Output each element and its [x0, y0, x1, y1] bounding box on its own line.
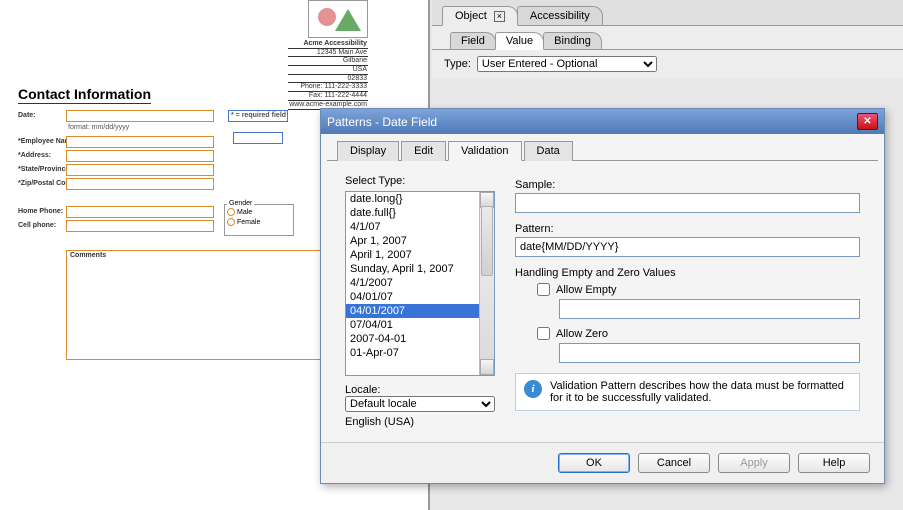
tab-data[interactable]: Data	[524, 141, 573, 161]
info-text: Validation Pattern describes how the dat…	[550, 380, 851, 404]
required-legend: * = required field	[231, 112, 286, 119]
section-heading: Contact Information	[18, 86, 151, 104]
date-label: Date:	[18, 112, 36, 119]
cancel-button[interactable]: Cancel	[638, 453, 710, 473]
allow-empty-label: Allow Empty	[556, 284, 617, 296]
dialog-tabs: Display Edit Validation Data	[327, 140, 878, 161]
date-format-hint: format: mm/dd/yyyy	[68, 124, 129, 131]
cell-phone-field[interactable]	[66, 220, 214, 232]
tab-display[interactable]: Display	[337, 141, 399, 161]
select-type-label: Select Type:	[345, 175, 495, 187]
sample-label: Sample:	[515, 179, 860, 191]
company-name: Acme Accessibility	[288, 40, 368, 49]
type-option[interactable]: 04/01/2007	[346, 304, 479, 318]
object-subtabs: Field Value Binding	[432, 26, 903, 50]
state-field[interactable]	[66, 164, 214, 176]
aux-box	[233, 132, 283, 144]
type-option[interactable]: Sunday, April 1, 2007	[346, 262, 479, 276]
date-field[interactable]	[66, 110, 214, 122]
address-label: *Address:	[18, 152, 51, 159]
type-select[interactable]: User Entered - Optional	[477, 56, 657, 72]
company-logo	[308, 0, 368, 38]
pattern-field[interactable]	[515, 237, 860, 257]
type-option[interactable]: 07/04/01	[346, 318, 479, 332]
locale-display: English (USA)	[345, 416, 495, 428]
apply-button[interactable]: Apply	[718, 453, 790, 473]
info-panel: i Validation Pattern describes how the d…	[515, 373, 860, 411]
type-option[interactable]: date.full{}	[346, 206, 479, 220]
info-icon: i	[524, 380, 542, 398]
cell-phone-label: Cell phone:	[18, 222, 56, 229]
comments-label: Comments	[70, 252, 106, 259]
zip-field[interactable]	[66, 178, 214, 190]
tab-accessibility[interactable]: Accessibility	[517, 6, 603, 25]
subtab-field[interactable]: Field	[450, 32, 496, 49]
type-option[interactable]: 04/01/07	[346, 290, 479, 304]
type-option[interactable]: Apr 1, 2007	[346, 234, 479, 248]
allow-empty-checkbox[interactable]	[537, 283, 550, 296]
state-label: *State/Province:	[18, 166, 72, 173]
gender-female-radio[interactable]	[227, 218, 235, 226]
type-label: Type:	[444, 58, 471, 70]
allow-zero-field[interactable]	[559, 343, 860, 363]
properties-panel: Object × Accessibility Field Value Bindi…	[432, 0, 903, 78]
tab-edit[interactable]: Edit	[401, 141, 446, 161]
subtab-binding[interactable]: Binding	[543, 32, 602, 49]
type-option[interactable]: date.long{}	[346, 192, 479, 206]
employee-name-field[interactable]	[66, 136, 214, 148]
subtab-value[interactable]: Value	[495, 32, 544, 50]
locale-label: Locale:	[345, 384, 380, 396]
type-option[interactable]: 01-Apr-07	[346, 346, 479, 360]
allow-zero-checkbox[interactable]	[537, 327, 550, 340]
listbox-scrollbar[interactable]	[479, 192, 494, 375]
help-button[interactable]: Help	[798, 453, 870, 473]
dialog-title: Patterns - Date Field	[327, 115, 437, 129]
panel-tabs: Object × Accessibility	[432, 0, 903, 26]
type-option[interactable]: 4/1/2007	[346, 276, 479, 290]
patterns-dialog: Patterns - Date Field ✕ Display Edit Val…	[320, 108, 885, 484]
dialog-close-button[interactable]: ✕	[857, 113, 878, 130]
locale-select[interactable]: Default locale	[345, 396, 495, 412]
gender-group: Gender Male Female	[224, 204, 294, 236]
type-option[interactable]: 4/1/07	[346, 220, 479, 234]
dialog-titlebar[interactable]: Patterns - Date Field ✕	[321, 109, 884, 134]
tab-object[interactable]: Object ×	[442, 6, 518, 26]
allow-zero-label: Allow Zero	[556, 328, 608, 340]
company-address-block: Acme Accessibility 12345 Main Ave Gilban…	[288, 40, 368, 110]
allow-empty-field[interactable]	[559, 299, 860, 319]
sample-field[interactable]	[515, 193, 860, 213]
dialog-buttons: OK Cancel Apply Help	[321, 442, 884, 483]
gender-male-radio[interactable]	[227, 208, 235, 216]
type-option[interactable]: April 1, 2007	[346, 248, 479, 262]
ok-button[interactable]: OK	[558, 453, 630, 473]
tab-validation[interactable]: Validation	[448, 141, 522, 161]
pattern-label: Pattern:	[515, 223, 860, 235]
home-phone-field[interactable]	[66, 206, 214, 218]
close-icon[interactable]: ×	[494, 11, 505, 22]
handling-section-label: Handling Empty and Zero Values	[515, 267, 860, 279]
comments-field[interactable]	[66, 250, 326, 360]
home-phone-label: Home Phone:	[18, 208, 63, 215]
type-option[interactable]: 2007-04-01	[346, 332, 479, 346]
gender-legend: Gender	[227, 200, 254, 207]
select-type-listbox[interactable]: date.long{}date.full{}4/1/07Apr 1, 2007A…	[345, 191, 495, 376]
address-field[interactable]	[66, 150, 214, 162]
